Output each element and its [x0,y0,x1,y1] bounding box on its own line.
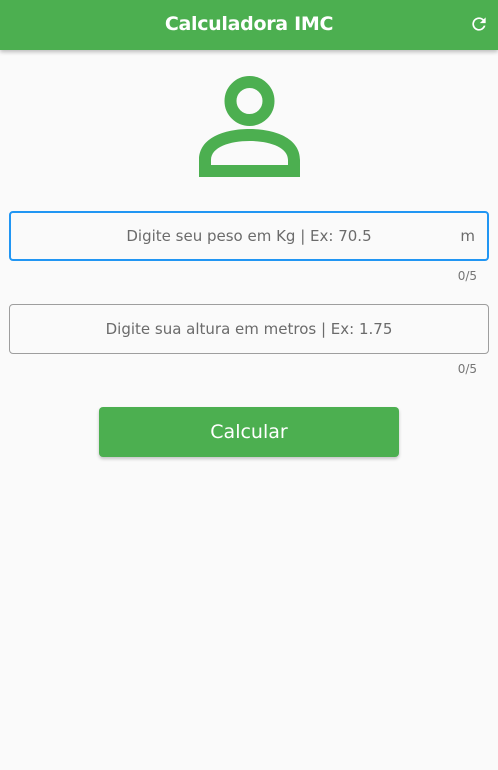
refresh-button[interactable] [466,11,492,37]
weight-input[interactable] [11,213,487,259]
app-bar: Calculadora IMC [0,0,498,50]
height-input[interactable] [10,305,488,353]
app-title: Calculadora IMC [164,13,334,35]
height-char-counter: 0/5 [457,362,477,376]
weight-char-counter: 0/5 [457,269,477,283]
person-icon [199,76,300,177]
refresh-icon [472,17,486,31]
height-field[interactable] [9,304,489,354]
weight-suffix: m [460,227,475,245]
weight-field[interactable]: m [9,211,489,261]
calculate-button[interactable]: Calcular [99,407,399,457]
